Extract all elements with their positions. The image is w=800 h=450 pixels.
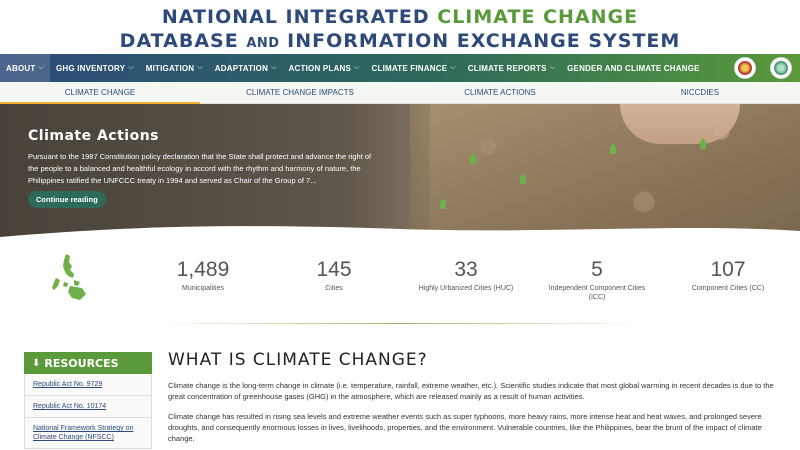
stat-value: 145 (316, 258, 352, 281)
nav-item-gender-climate[interactable]: GENDER AND CLIMATE CHANGE (561, 54, 706, 82)
nav-item-ghg-inventory[interactable]: GHG INVENTORY ⌵ (50, 54, 140, 82)
chevron-down-icon: ⌵ (197, 64, 203, 71)
nav-item-about[interactable]: ABOUT ⌵ (0, 54, 50, 82)
nav-label: CLIMATE FINANCE (371, 63, 448, 73)
stat-cities: 145 Cities (269, 258, 399, 293)
article-title: WHAT IS CLIMATE CHANGE? (168, 350, 428, 370)
nav-label: ABOUT (6, 63, 36, 73)
resources-heading-label: RESOURCES (44, 356, 119, 370)
article-paragraph: Climate change has resulted in rising se… (168, 412, 762, 443)
resource-link-ra-9729[interactable]: Republic Act No. 9729 (24, 374, 152, 396)
stat-label: Highly Urbanized Cities (HUC) (418, 285, 514, 292)
sprout-icon (470, 154, 476, 164)
stat-icc: 5 Independent Component Cities (ICC) (532, 258, 662, 302)
nav-label: MITIGATION (145, 63, 195, 73)
climate-commission-logo[interactable] (770, 57, 792, 79)
title-part: INFORMATION EXCHANGE SYSTEM (279, 30, 681, 52)
nav-label: CLIMATE REPORTS (467, 63, 547, 73)
sub-nav: CLIMATE CHANGE CLIMATE CHANGE IMPACTS CL… (0, 82, 800, 104)
chevron-down-icon: ⌵ (271, 64, 277, 71)
sprout-icon (520, 174, 526, 184)
stat-label: Cities (325, 285, 343, 292)
seal-icon (738, 61, 752, 75)
chevron-down-icon: ⌵ (353, 64, 360, 71)
nav-item-adaptation[interactable]: ADAPTATION ⌵ (209, 54, 283, 82)
resources-heading: ⬇ RESOURCES (24, 352, 152, 374)
tab-climate-actions[interactable]: CLIMATE ACTIONS (400, 82, 600, 103)
sprout-icon (700, 139, 706, 149)
stat-municipalities: 1,489 Municipalities (138, 258, 268, 293)
hero-text: Pursuant to the 1987 Constitution policy… (28, 152, 372, 185)
stat-value: 107 (710, 258, 746, 281)
nav-item-climate-finance[interactable]: CLIMATE FINANCE ⌵ (366, 54, 462, 82)
resource-link-ra-10174[interactable]: Republic Act No. 10174 (24, 396, 152, 418)
nav-label: ACTION PLANS (288, 63, 351, 73)
tab-climate-change-impacts[interactable]: CLIMATE CHANGE IMPACTS (200, 82, 400, 103)
site-title-line-1[interactable]: NATIONAL INTEGRATED CLIMATE CHANGE (0, 5, 800, 29)
title-highlight: CLIMATE CHANGE (437, 6, 639, 28)
continue-reading-button[interactable]: Continue reading (28, 191, 106, 208)
tab-niccdies[interactable]: NICCDIES (600, 82, 800, 103)
stat-label: Independent Component Cities (ICC) (548, 285, 646, 301)
globe-icon (774, 61, 788, 75)
stat-value: 1,489 (176, 258, 230, 281)
stats-section: 1,489 Municipalities 145 Cities 33 Highl… (0, 244, 800, 326)
nav-item-mitigation[interactable]: MITIGATION ⌵ (140, 54, 209, 82)
stat-huc: 33 Highly Urbanized Cities (HUC) (401, 258, 531, 293)
nav-item-action-plans[interactable]: ACTION PLANS ⌵ (283, 54, 366, 82)
partner-logos (734, 57, 792, 79)
nav-item-climate-reports[interactable]: CLIMATE REPORTS ⌵ (462, 54, 561, 82)
download-icon: ⬇ (32, 357, 41, 369)
chevron-down-icon: ⌵ (549, 64, 556, 71)
chevron-down-icon: ⌵ (38, 64, 44, 71)
stat-label: Municipalities (181, 285, 225, 292)
tab-climate-change[interactable]: CLIMATE CHANGE (0, 82, 200, 104)
article-paragraph: Climate change is the long-term change i… (168, 381, 774, 401)
hero-wave-divider (0, 226, 800, 244)
main-nav: ABOUT ⌵ GHG INVENTORY ⌵ MITIGATION ⌵ ADAPTA… (0, 54, 800, 82)
government-seal-logo[interactable] (734, 57, 756, 79)
hero-banner: Climate Actions Pursuant to the 1987 Con… (0, 104, 800, 244)
chevron-down-icon: ⌵ (128, 64, 134, 71)
divider-line (160, 323, 640, 324)
stat-cc: 107 Component Cities (CC) (663, 258, 793, 293)
chevron-down-icon: ⌵ (450, 64, 456, 71)
resources-sidebar: ⬇ RESOURCES Republic Act No. 9729 Republ… (24, 352, 152, 449)
content-section: ⬇ RESOURCES Republic Act No. 9729 Republ… (0, 326, 800, 449)
site-title-line-2[interactable]: DATABASE AND INFORMATION EXCHANGE SYSTEM (0, 29, 800, 56)
nav-label: GENDER AND CLIMATE CHANGE (567, 63, 700, 73)
stat-value: 5 (591, 258, 603, 281)
title-and: AND (246, 36, 280, 51)
title-part: DATABASE (119, 30, 247, 52)
philippines-map-icon (52, 254, 86, 300)
nav-label: GHG INVENTORY (55, 63, 126, 73)
stat-value: 33 (454, 258, 478, 281)
resource-link-nfscc[interactable]: National Framework Strategy on Climate C… (24, 418, 152, 449)
main-article: WHAT IS CLIMATE CHANGE? Climate change i… (168, 350, 788, 450)
stat-label: Component Cities (CC) (691, 285, 765, 292)
hero-title: Climate Actions (28, 128, 160, 144)
site-header: NATIONAL INTEGRATED CLIMATE CHANGE DATAB… (0, 0, 800, 54)
title-part: NATIONAL INTEGRATED (161, 6, 438, 28)
nav-label: ADAPTATION (214, 63, 269, 73)
sprout-icon (440, 199, 446, 209)
sprout-icon (610, 144, 616, 154)
